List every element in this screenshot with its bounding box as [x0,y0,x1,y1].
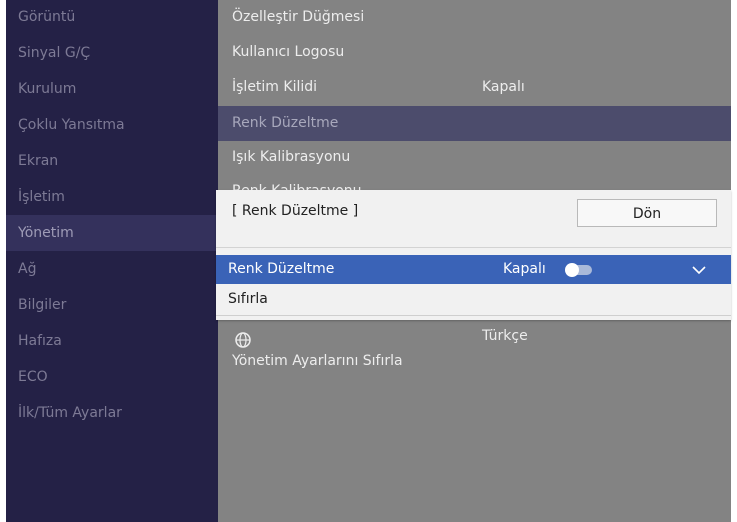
color-correction-row[interactable]: Renk Düzeltme Kapalı [216,255,731,284]
sidebar-item-sinyal[interactable]: Sinyal G/Ç [6,35,218,71]
sidebar-item-eco[interactable]: ECO [6,359,218,395]
sidebar-item-goruntu[interactable]: Görüntü [6,0,218,35]
menu-item-renk-duzeltme[interactable]: Renk Düzeltme [218,106,731,141]
menu-item-label: İşletim Kilidi [232,79,318,95]
menu-item-kullanici-logosu[interactable]: Kullanıcı Logosu [218,35,731,70]
menu-item-label: Kullanıcı Logosu [232,44,345,60]
menu-item-label: Renk Düzeltme [232,115,339,131]
sidebar-item-ekran[interactable]: Ekran [6,143,218,179]
sidebar-item-yonetim[interactable]: Yönetim [6,215,218,251]
sidebar-item-coklu-yansitma[interactable]: Çoklu Yansıtma [6,107,218,143]
sidebar-item-hafiza[interactable]: Hafıza [6,323,218,359]
sidebar-item-kurulum[interactable]: Kurulum [6,71,218,107]
back-button[interactable]: Dön [577,199,717,227]
row-label: Renk Düzeltme [228,261,335,277]
divider [216,315,731,316]
toggle-switch[interactable] [565,263,592,277]
sidebar-menu: Görüntü Sinyal G/Ç Kurulum Çoklu Yansıtm… [6,0,218,522]
toggle-knob [565,263,579,277]
chevron-down-icon[interactable] [692,264,706,276]
menu-item-ozellestir-dugmesi[interactable]: Özelleştir Düğmesi [218,0,731,35]
dialog-title: [ Renk Düzeltme ] [232,203,359,219]
row-value: Kapalı [503,261,546,277]
reset-row[interactable]: Sıfırla [216,285,731,314]
menu-item-label: Yönetim Ayarlarını Sıfırla [232,353,403,369]
divider [216,247,731,248]
menu-item-value: Kapalı [482,79,525,95]
menu-item-label: Özelleştir Düğmesi [232,9,365,25]
sidebar-item-ilk-tum-ayarlar[interactable]: İlk/Tüm Ayarlar [6,395,218,431]
sidebar-item-bilgiler[interactable]: Bilgiler [6,287,218,323]
sidebar-item-ag[interactable]: Ağ [6,251,218,287]
menu-item-isik-kalibrasyonu[interactable]: Işık Kalibrasyonu [218,140,731,175]
menu-item-label: Işık Kalibrasyonu [232,149,351,165]
color-correction-dialog: [ Renk Düzeltme ] Dön Renk Düzeltme Kapa… [216,190,731,320]
menu-item-yonetim-ayarlarini-sifirla[interactable]: Yönetim Ayarlarını Sıfırla [218,344,731,379]
menu-item-isletim-kilidi[interactable]: İşletim Kilidi Kapalı [218,70,731,105]
sidebar-item-isletim[interactable]: İşletim [6,179,218,215]
